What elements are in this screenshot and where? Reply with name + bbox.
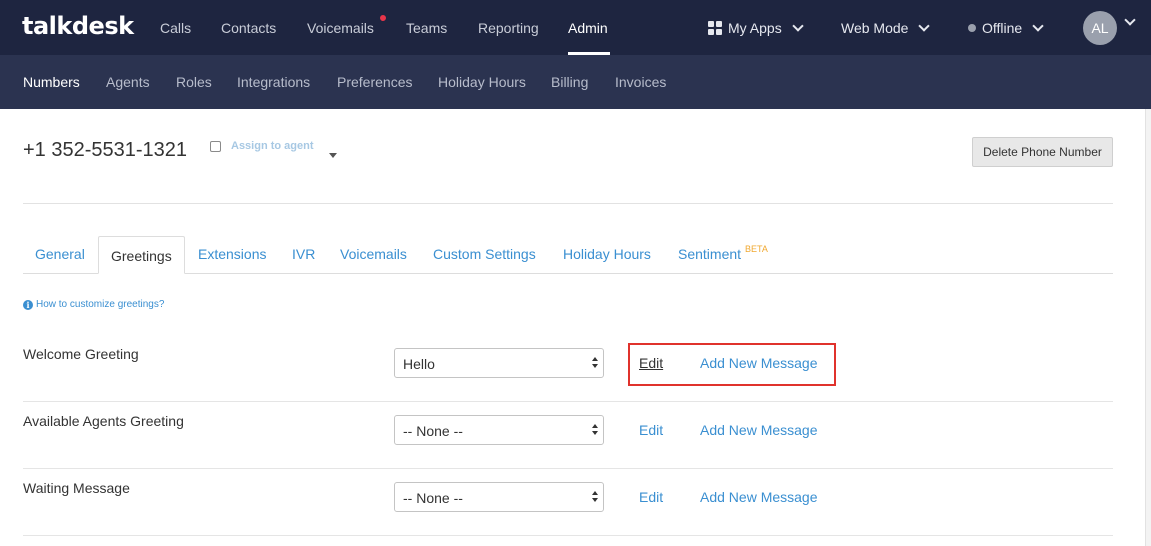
tab-holiday-hours[interactable]: Holiday Hours xyxy=(563,246,651,262)
waiting-message-select[interactable]: -- None -- xyxy=(394,482,604,512)
tab-general[interactable]: General xyxy=(35,246,85,262)
highlight-box xyxy=(628,343,836,386)
delete-phone-number-button[interactable]: Delete Phone Number xyxy=(972,137,1113,167)
nav-admin[interactable]: Admin xyxy=(568,20,608,36)
my-apps-label: My Apps xyxy=(728,20,782,36)
subnav-numbers[interactable]: Numbers xyxy=(23,74,80,90)
tab-greetings[interactable]: Greetings xyxy=(98,236,185,274)
select-arrows-icon xyxy=(592,491,598,503)
talkdesk-logo[interactable]: talkdesk xyxy=(22,12,134,40)
subnav-agents[interactable]: Agents xyxy=(106,74,150,90)
apps-grid-icon xyxy=(708,21,722,35)
available-agents-greeting-edit-link[interactable]: Edit xyxy=(639,422,663,438)
nav-voicemails[interactable]: Voicemails xyxy=(307,20,374,36)
waiting-message-add-message-link[interactable]: Add New Message xyxy=(700,489,818,505)
subnav-integrations[interactable]: Integrations xyxy=(237,74,310,90)
user-avatar[interactable]: AL xyxy=(1083,11,1117,45)
chevron-down-icon xyxy=(1032,20,1044,32)
vertical-scrollbar[interactable] xyxy=(1145,109,1151,546)
tab-custom-settings[interactable]: Custom Settings xyxy=(433,246,536,262)
status-menu[interactable]: Offline xyxy=(968,20,1044,36)
nav-calls[interactable]: Calls xyxy=(160,20,191,36)
tabs-divider xyxy=(23,273,1113,274)
nav-contacts[interactable]: Contacts xyxy=(221,20,276,36)
divider xyxy=(23,203,1113,204)
subnav-holiday-hours[interactable]: Holiday Hours xyxy=(438,74,526,90)
nav-teams[interactable]: Teams xyxy=(406,20,447,36)
help-link[interactable]: i How to customize greetings? xyxy=(23,299,164,310)
subnav-billing[interactable]: Billing xyxy=(551,74,588,90)
avatar-menu-toggle[interactable] xyxy=(1120,14,1136,26)
info-icon: i xyxy=(23,299,33,310)
page-title: +1 352-5531-1321 xyxy=(23,139,188,161)
assign-agent-label[interactable]: Assign to agent xyxy=(231,140,314,152)
web-mode-label: Web Mode xyxy=(841,20,909,36)
chevron-down-icon xyxy=(918,20,931,32)
beta-badge: BETA xyxy=(745,244,768,254)
waiting-message-selected: -- None -- xyxy=(403,490,463,506)
subnav-roles[interactable]: Roles xyxy=(176,74,212,90)
notification-dot xyxy=(380,15,386,21)
assign-agent-dropdown-icon[interactable] xyxy=(329,153,337,158)
waiting-message-edit-link[interactable]: Edit xyxy=(639,489,663,505)
available-agents-greeting-selected: -- None -- xyxy=(403,423,463,439)
web-mode-menu[interactable]: Web Mode xyxy=(841,20,931,36)
available-agents-greeting-select[interactable]: -- None -- xyxy=(394,415,604,445)
status-dot-icon xyxy=(968,24,976,32)
select-arrows-icon xyxy=(592,357,598,369)
subnav-invoices[interactable]: Invoices xyxy=(615,74,666,90)
available-agents-greeting-label: Available Agents Greeting xyxy=(23,413,184,429)
tab-ivr[interactable]: IVR xyxy=(292,246,315,262)
available-agents-greeting-add-message-link[interactable]: Add New Message xyxy=(700,422,818,438)
status-label: Offline xyxy=(982,20,1023,36)
help-link-label: How to customize greetings? xyxy=(36,299,165,310)
tab-extensions[interactable]: Extensions xyxy=(198,246,266,262)
waiting-message-label: Waiting Message xyxy=(23,480,130,496)
tab-sentiment[interactable]: Sentiment xyxy=(678,246,741,262)
row-divider xyxy=(23,468,1113,469)
welcome-greeting-selected: Hello xyxy=(403,356,435,372)
select-arrows-icon xyxy=(592,424,598,436)
welcome-greeting-label: Welcome Greeting xyxy=(23,346,139,362)
welcome-greeting-select[interactable]: Hello xyxy=(394,348,604,378)
assign-agent-checkbox[interactable] xyxy=(210,141,221,152)
chevron-down-icon xyxy=(792,20,804,32)
my-apps-menu[interactable]: My Apps xyxy=(708,20,804,36)
subnav-preferences[interactable]: Preferences xyxy=(337,74,412,90)
row-divider xyxy=(23,535,1113,536)
row-divider xyxy=(23,401,1113,402)
tab-voicemails[interactable]: Voicemails xyxy=(340,246,407,262)
nav-reporting[interactable]: Reporting xyxy=(478,20,539,36)
